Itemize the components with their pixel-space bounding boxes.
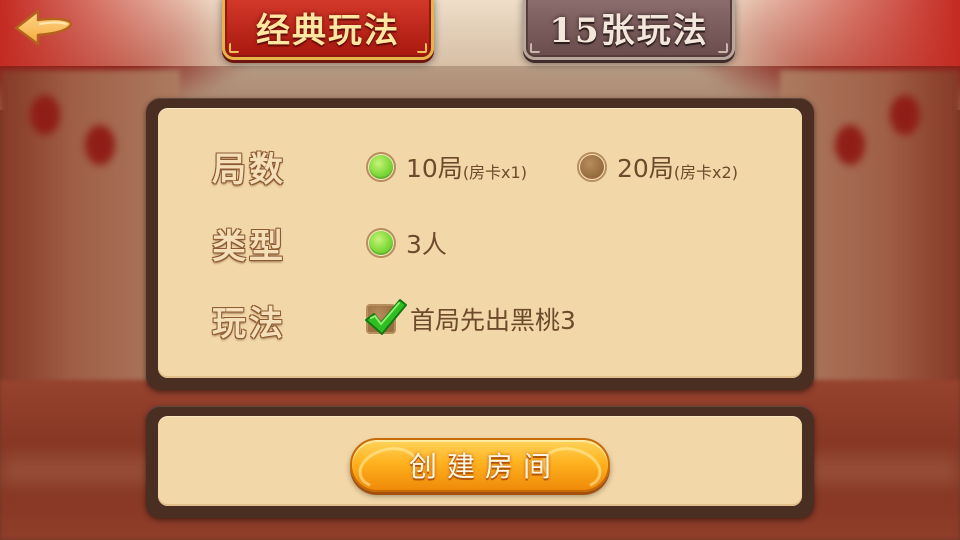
rounds-option-20-cost: (房卡x2) bbox=[673, 163, 738, 182]
tab-classic-mode[interactable]: 经典玩法 bbox=[222, 0, 434, 60]
rounds-option-20-label: 20局 bbox=[617, 154, 674, 183]
rounds-option-10-cost: (房卡x1) bbox=[462, 163, 527, 182]
first-round-spade3-checkbox[interactable]: 首局先出黑桃3 bbox=[365, 299, 576, 337]
type-label: 类型 bbox=[212, 227, 286, 267]
checkmark-icon bbox=[365, 299, 407, 335]
create-room-button[interactable]: 创建房间 bbox=[350, 438, 610, 492]
tab-15-cards-mode[interactable]: 15张玩法 bbox=[523, 0, 735, 60]
rounds-option-10-label: 10局 bbox=[406, 154, 463, 183]
create-room-label: 创建房间 bbox=[408, 450, 561, 483]
back-button[interactable] bbox=[12, 8, 74, 48]
rounds-option-10[interactable]: 10局 (房卡x1) bbox=[366, 149, 527, 185]
rounds-label: 局数 bbox=[212, 150, 286, 190]
radio-unselected-icon bbox=[577, 152, 607, 182]
tab-15-cards-label: 15张玩法 bbox=[549, 10, 709, 51]
type-option-3-players-label: 3人 bbox=[406, 230, 447, 259]
first-round-spade3-label: 首局先出黑桃3 bbox=[410, 306, 576, 335]
rounds-option-20[interactable]: 20局 (房卡x2) bbox=[577, 149, 738, 185]
radio-selected-icon bbox=[366, 152, 396, 182]
tab-classic-label: 经典玩法 bbox=[256, 10, 400, 51]
left-arrow-icon bbox=[14, 9, 73, 46]
radio-selected-icon bbox=[366, 228, 396, 258]
play-rule-label: 玩法 bbox=[212, 304, 286, 344]
type-option-3-players[interactable]: 3人 bbox=[366, 225, 447, 261]
checkbox-box bbox=[365, 299, 407, 335]
